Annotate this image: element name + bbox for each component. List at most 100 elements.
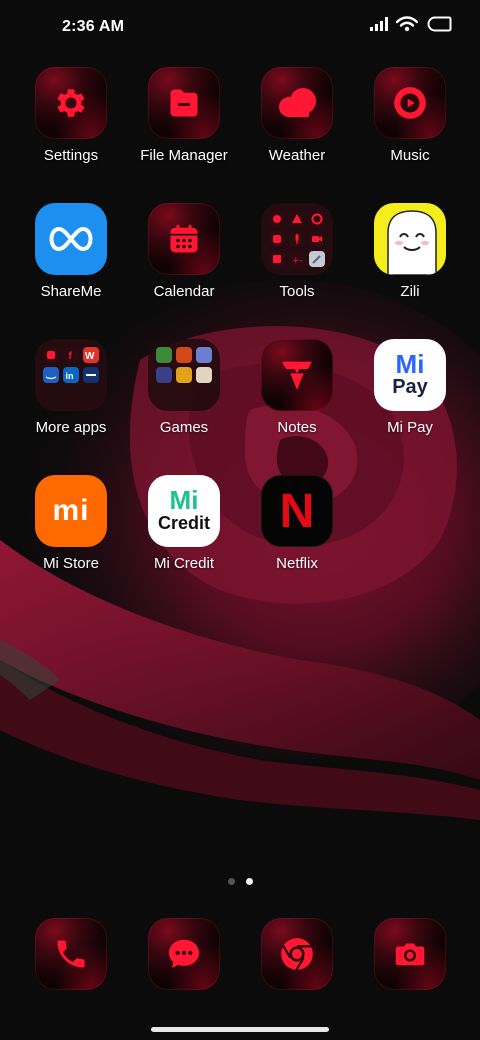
dock-phone[interactable] [21, 918, 121, 998]
facebook-mini-icon: f [63, 347, 79, 363]
tools-mini-icon [289, 211, 305, 227]
game-mini-icon [176, 347, 192, 363]
app-file-manager[interactable]: File Manager [134, 67, 234, 187]
music-app-icon[interactable] [374, 67, 446, 139]
app-label: More apps [35, 419, 107, 436]
dock-camera[interactable] [360, 918, 460, 998]
netflix-logo-icon[interactable]: N [261, 475, 333, 547]
status-bar: 2:36 AM [0, 0, 480, 56]
calendar-icon [170, 224, 198, 253]
phone-icon [57, 940, 85, 968]
game-mini-icon [196, 367, 212, 383]
settings-app-icon[interactable] [35, 67, 107, 139]
tools-folder-icon[interactable]: +- [261, 203, 333, 275]
game-mini-icon [156, 367, 172, 383]
app-label: Music [390, 147, 430, 164]
tools-mini-icon [289, 231, 305, 247]
page-dot-1[interactable] [227, 878, 235, 885]
phone-app-icon[interactable] [35, 918, 107, 990]
app-label: Notes [277, 419, 317, 436]
linkedin-mini-icon: in [63, 367, 79, 383]
page-indicator[interactable] [0, 878, 480, 885]
calendar-app-icon[interactable] [148, 203, 220, 275]
app-label: Tools [279, 283, 315, 300]
mi-logo-text: mi [52, 494, 90, 527]
app-mi-store[interactable]: mi Mi Store [21, 475, 121, 595]
app-netflix[interactable]: N Netflix [247, 475, 347, 595]
booking-mini-icon [83, 367, 99, 383]
mipay-logo-bottom: Pay [392, 376, 428, 398]
tools-mini-icon [309, 211, 325, 227]
dock-browser[interactable] [247, 918, 347, 998]
home-gesture-bar[interactable] [151, 1027, 329, 1032]
zili-ghost-icon [387, 210, 437, 275]
games-folder-icon[interactable] [148, 339, 220, 411]
app-label: Weather [268, 147, 326, 164]
app-music[interactable]: Music [360, 67, 460, 187]
app-mi-credit[interactable]: Mi Credit Mi Credit [134, 475, 234, 595]
play-icon [394, 87, 426, 119]
folder-icon [170, 89, 198, 117]
shareme-app-icon[interactable] [35, 203, 107, 275]
app-more-apps-folder[interactable]: f W in More apps [21, 339, 121, 459]
app-notes[interactable]: Notes [247, 339, 347, 459]
dock-messaging[interactable] [134, 918, 234, 998]
app-label: Settings [43, 147, 99, 164]
svg-text:+-: +- [292, 256, 303, 266]
app-games-folder[interactable]: Games [134, 339, 234, 459]
app-mi-pay[interactable]: Mi Pay Mi Pay [360, 339, 460, 459]
wps-mini-icon: W [83, 347, 99, 363]
file-manager-app-icon[interactable] [148, 67, 220, 139]
battery-icon [427, 16, 452, 32]
tools-mini-icon [269, 251, 285, 267]
svg-text:f: f [69, 351, 73, 362]
chrome-icon [281, 938, 313, 971]
game-mini-icon [196, 347, 212, 363]
page-dot-2-active[interactable] [245, 878, 253, 885]
camera-app-icon[interactable] [374, 918, 446, 990]
micredit-logo-bottom: Credit [157, 513, 210, 533]
folder-mini-icon [43, 347, 59, 363]
camera-icon [395, 943, 425, 966]
app-label: Mi Store [43, 555, 99, 572]
app-label: Mi Credit [153, 555, 214, 572]
micredit-logo-icon[interactable]: Mi Credit [148, 475, 220, 547]
status-time: 2:36 AM [62, 18, 125, 35]
signal-icon [370, 17, 388, 31]
message-icon [168, 939, 200, 968]
tools-mini-icon [309, 251, 325, 267]
game-mini-icon [156, 347, 172, 363]
netflix-logo-text: N [279, 484, 315, 538]
more-apps-folder-icon[interactable]: f W in [35, 339, 107, 411]
notes-app-icon[interactable] [261, 339, 333, 411]
cloud-icon [279, 88, 316, 117]
infinity-icon [49, 226, 93, 252]
app-weather[interactable]: Weather [247, 67, 347, 187]
svg-text:in: in [66, 371, 74, 381]
app-label: File Manager [140, 147, 228, 164]
amazon-mini-icon [43, 367, 59, 383]
zili-app-icon[interactable] [374, 203, 446, 275]
app-settings[interactable]: Settings [21, 67, 121, 187]
micredit-logo-top: Mi [169, 485, 199, 515]
messaging-app-icon[interactable] [148, 918, 220, 990]
app-label: Mi Pay [387, 419, 433, 436]
app-label: Calendar [153, 283, 215, 300]
mipay-logo-top: Mi [395, 349, 425, 379]
tools-mini-icon [269, 211, 285, 227]
app-tools-folder[interactable]: +- Tools [247, 203, 347, 323]
app-shareme[interactable]: ShareMe [21, 203, 121, 323]
app-label: Zili [400, 283, 420, 300]
mipay-logo-icon[interactable]: Mi Pay [374, 339, 446, 411]
weather-app-icon[interactable] [261, 67, 333, 139]
app-zili[interactable]: Zili [360, 203, 460, 323]
game-mini-icon [176, 367, 192, 383]
app-label: Netflix [276, 555, 318, 572]
browser-app-icon[interactable] [261, 918, 333, 990]
notes-icon [282, 361, 312, 390]
status-icons [370, 16, 452, 32]
app-calendar[interactable]: Calendar [134, 203, 234, 323]
tools-mini-icon: +- [289, 251, 305, 267]
app-label: ShareMe [40, 283, 102, 300]
mi-logo-icon[interactable]: mi [35, 475, 107, 547]
